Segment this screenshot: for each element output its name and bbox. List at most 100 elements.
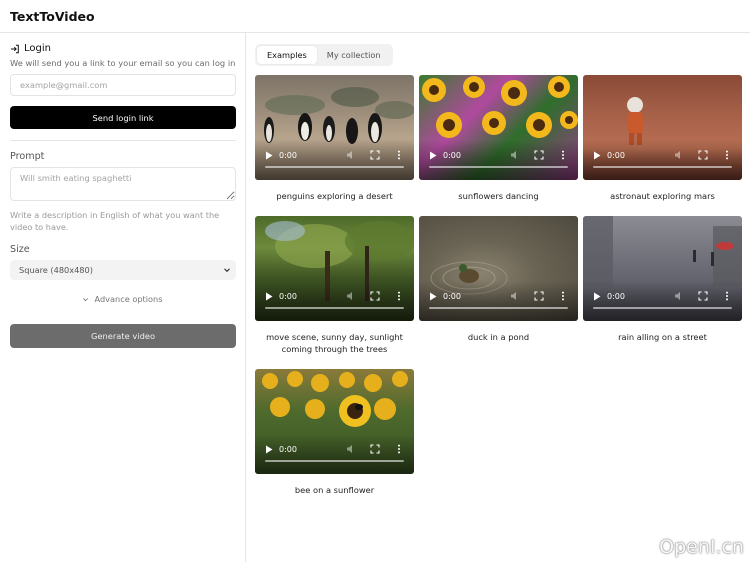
video-controls — [419, 281, 578, 321]
video-progress-bar[interactable] — [429, 307, 568, 309]
video-caption: sunflowers dancing — [458, 191, 539, 201]
more-options-icon[interactable] — [558, 150, 568, 160]
video-controls — [419, 140, 578, 180]
video-player[interactable]: 0:00 — [583, 216, 742, 321]
video-card: 0:00 move scene, sunny day, sunlight com… — [255, 216, 414, 369]
login-subtitle: We will send you a link to your email so… — [10, 58, 236, 68]
layout: Login We will send you a link to your em… — [0, 33, 750, 562]
app-title[interactable]: TextToVideo — [10, 9, 95, 24]
play-icon[interactable] — [265, 445, 273, 454]
video-card: 0:00 astronaut exploring mars — [583, 75, 742, 216]
video-player[interactable]: 0:00 — [255, 369, 414, 474]
video-card: 0:00 sunflowers dancing — [419, 75, 578, 216]
fullscreen-icon[interactable] — [698, 150, 708, 160]
play-icon[interactable] — [429, 292, 437, 301]
volume-icon[interactable] — [346, 150, 356, 160]
divider — [10, 140, 236, 141]
video-caption: duck in a pond — [467, 332, 530, 342]
video-card: 0:00 rain alling on a street — [583, 216, 742, 369]
advance-options-toggle[interactable]: Advance options — [10, 294, 235, 304]
fullscreen-icon[interactable] — [534, 150, 544, 160]
tab-examples[interactable]: Examples — [257, 46, 317, 64]
video-player[interactable]: 0:00 — [255, 216, 414, 321]
more-options-icon[interactable] — [394, 150, 404, 160]
video-card: 0:00 penguins exploring a desert — [255, 75, 414, 216]
video-time: 0:00 — [607, 150, 625, 160]
video-caption: astronaut exploring mars — [610, 191, 715, 201]
volume-icon[interactable] — [510, 150, 520, 160]
video-progress-bar[interactable] — [593, 307, 732, 309]
video-controls — [583, 281, 742, 321]
tab-my-collection[interactable]: My collection — [317, 46, 391, 64]
fullscreen-icon[interactable] — [370, 444, 380, 454]
play-icon[interactable] — [593, 151, 601, 160]
video-control-bar: 0:00 — [265, 291, 404, 301]
more-options-icon[interactable] — [394, 444, 404, 454]
video-card: 0:00 duck in a pond — [419, 216, 578, 369]
watermark: OpenI.cn — [659, 536, 744, 558]
login-heading: Login — [10, 43, 235, 54]
app-header: TextToVideo — [0, 0, 750, 33]
volume-icon[interactable] — [346, 291, 356, 301]
main-content: Examples My collection 0:00 penguins exp… — [246, 33, 750, 562]
email-input[interactable] — [10, 74, 236, 96]
fullscreen-icon[interactable] — [534, 291, 544, 301]
video-player[interactable]: 0:00 — [419, 75, 578, 180]
generate-video-button[interactable]: Generate video — [10, 324, 236, 348]
volume-icon[interactable] — [346, 444, 356, 454]
chevron-down-icon — [224, 268, 230, 273]
video-time: 0:00 — [279, 291, 297, 301]
video-time: 0:00 — [443, 150, 461, 160]
more-options-icon[interactable] — [722, 291, 732, 301]
video-controls — [255, 281, 414, 321]
video-progress-bar[interactable] — [265, 307, 404, 309]
video-player[interactable]: 0:00 — [583, 75, 742, 180]
prompt-hint: Write a description in English of what y… — [10, 210, 220, 232]
volume-icon[interactable] — [674, 291, 684, 301]
video-control-bar: 0:00 — [429, 150, 568, 160]
video-player[interactable]: 0:00 — [255, 75, 414, 180]
video-control-bar: 0:00 — [265, 150, 404, 160]
fullscreen-icon[interactable] — [698, 291, 708, 301]
prompt-input[interactable] — [10, 167, 236, 201]
video-card: 0:00 bee on a sunflower — [255, 369, 414, 510]
advance-options-label: Advance options — [94, 294, 163, 304]
play-icon[interactable] — [265, 292, 273, 301]
video-caption: bee on a sunflower — [294, 485, 375, 495]
sidebar: Login We will send you a link to your em… — [0, 33, 246, 562]
play-icon[interactable] — [593, 292, 601, 301]
fullscreen-icon[interactable] — [370, 291, 380, 301]
video-caption: rain alling on a street — [618, 332, 707, 342]
prompt-label: Prompt — [10, 151, 45, 162]
video-time: 0:00 — [607, 291, 625, 301]
video-control-bar: 0:00 — [265, 444, 404, 454]
more-options-icon[interactable] — [722, 150, 732, 160]
video-progress-bar[interactable] — [429, 166, 568, 168]
size-select[interactable]: Square (480x480) — [10, 260, 236, 280]
video-controls — [583, 140, 742, 180]
video-progress-bar[interactable] — [265, 166, 404, 168]
video-progress-bar[interactable] — [265, 460, 404, 462]
play-icon[interactable] — [265, 151, 273, 160]
size-label: Size — [10, 244, 30, 255]
video-progress-bar[interactable] — [593, 166, 732, 168]
video-player[interactable]: 0:00 — [419, 216, 578, 321]
chevron-down-icon — [83, 297, 89, 301]
login-icon — [11, 44, 19, 53]
video-caption: penguins exploring a desert — [276, 191, 393, 201]
fullscreen-icon[interactable] — [370, 150, 380, 160]
video-caption: move scene, sunny day, sunlight coming t… — [266, 332, 403, 354]
more-options-icon[interactable] — [558, 291, 568, 301]
more-options-icon[interactable] — [394, 291, 404, 301]
play-icon[interactable] — [429, 151, 437, 160]
video-controls — [255, 434, 414, 474]
tabs: Examples My collection — [255, 44, 393, 66]
volume-icon[interactable] — [674, 150, 684, 160]
video-control-bar: 0:00 — [429, 291, 568, 301]
video-controls — [255, 140, 414, 180]
size-select-value: Square (480x480) — [19, 265, 93, 275]
video-time: 0:00 — [279, 150, 297, 160]
video-control-bar: 0:00 — [593, 150, 732, 160]
volume-icon[interactable] — [510, 291, 520, 301]
send-login-link-button[interactable]: Send login link — [10, 106, 236, 129]
